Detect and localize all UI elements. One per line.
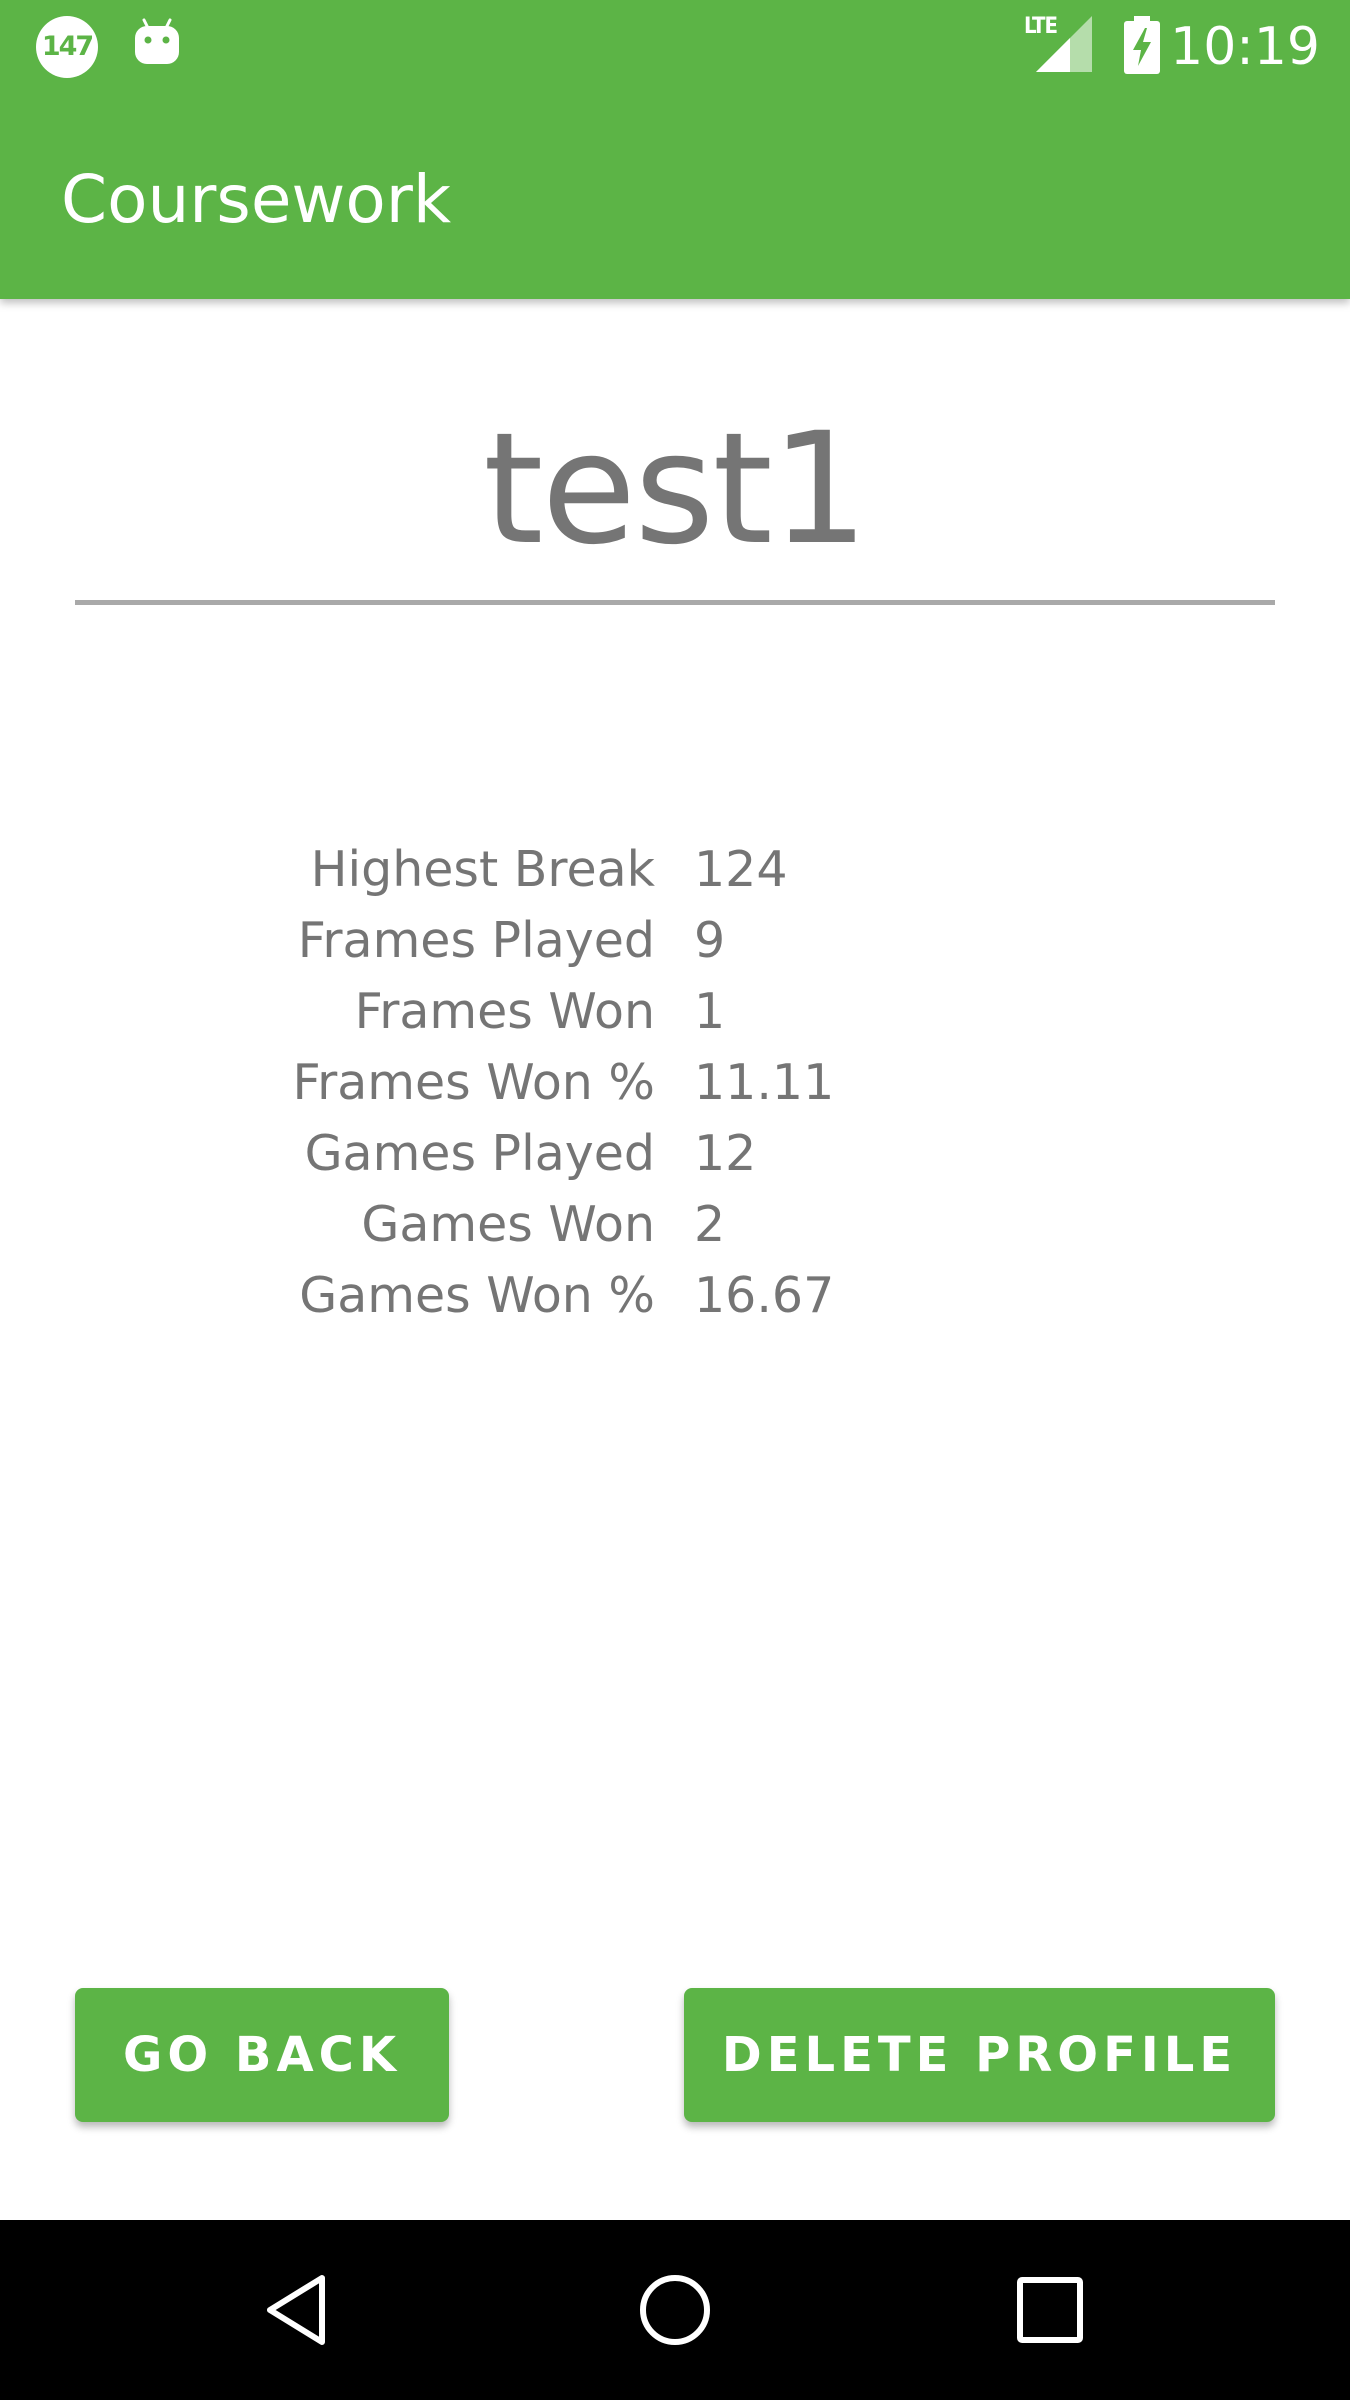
stat-label: Frames Won: [354, 983, 655, 1040]
stat-label: Games Won: [361, 1196, 655, 1253]
stat-row-games-won: Games Won 2: [0, 1190, 1350, 1260]
stat-value: 9: [694, 912, 726, 969]
stat-row-frames-won-percent: Frames Won % 11.11: [0, 1048, 1350, 1118]
stat-row-frames-played: Frames Played 9: [0, 906, 1350, 976]
stat-row-games-played: Games Played 12: [0, 1119, 1350, 1189]
recents-square-icon[interactable]: [1010, 2270, 1090, 2350]
back-triangle-icon[interactable]: [260, 2270, 340, 2350]
stat-value: 16.67: [694, 1267, 835, 1324]
navigation-bar: [0, 2220, 1350, 2400]
status-clock: 10:19: [1170, 17, 1320, 77]
delete-profile-button[interactable]: DELETE PROFILE: [684, 1988, 1275, 2122]
notification-badge-icon: 147: [36, 16, 98, 78]
home-circle-icon[interactable]: [635, 2270, 715, 2350]
status-bar: 147 LTE 10:19: [0, 0, 1350, 90]
stat-row-highest-break: Highest Break 124: [0, 835, 1350, 905]
stat-row-frames-won: Frames Won 1: [0, 977, 1350, 1047]
stat-value: 1: [694, 983, 726, 1040]
stat-label: Frames Played: [297, 912, 655, 969]
go-back-button[interactable]: GO BACK: [75, 1988, 449, 2122]
app-header: 147 LTE 10:19 Coursework: [0, 0, 1350, 299]
stat-value: 12: [694, 1125, 757, 1182]
stat-value: 2: [694, 1196, 726, 1253]
battery-charging-icon: [1124, 16, 1160, 74]
stat-row-games-won-percent: Games Won % 16.67: [0, 1261, 1350, 1331]
stat-label: Frames Won %: [292, 1054, 655, 1111]
stat-label: Highest Break: [310, 841, 655, 898]
profile-name-field[interactable]: test1: [75, 400, 1275, 580]
profile-name-underline: [75, 600, 1275, 605]
stat-label: Games Played: [304, 1125, 655, 1182]
stat-value: 124: [694, 841, 788, 898]
stat-label: Games Won %: [299, 1267, 655, 1324]
app-title: Coursework: [61, 161, 452, 238]
stat-value: 11.11: [694, 1054, 835, 1111]
lte-signal-icon: [1036, 16, 1092, 72]
android-icon: [135, 18, 179, 64]
